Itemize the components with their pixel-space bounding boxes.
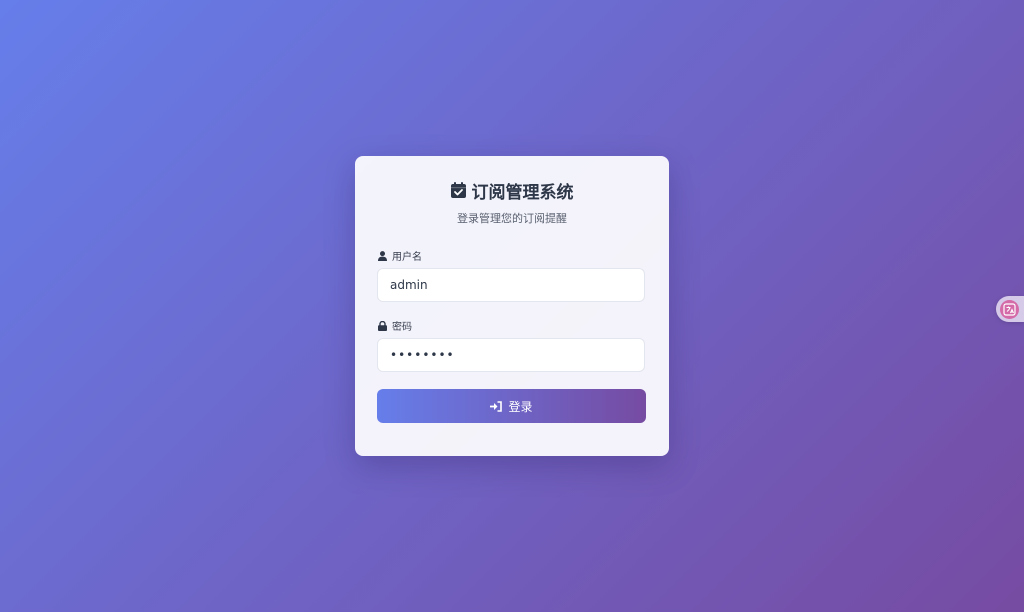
username-label: 用户名 bbox=[378, 248, 647, 263]
sign-in-icon bbox=[490, 400, 503, 412]
password-label: 密码 bbox=[378, 318, 647, 333]
login-card: 订阅管理系统 登录管理您的订阅提醒 用户名 密码 bbox=[355, 156, 669, 456]
password-input[interactable] bbox=[377, 338, 645, 372]
translate-widget[interactable] bbox=[996, 296, 1024, 322]
title-row: 订阅管理系统 bbox=[377, 178, 647, 203]
page-title: 订阅管理系统 bbox=[471, 182, 574, 203]
username-label-text: 用户名 bbox=[392, 252, 422, 263]
page-subtitle: 登录管理您的订阅提醒 bbox=[457, 212, 567, 225]
translate-icon[interactable] bbox=[1000, 299, 1019, 319]
lock-icon bbox=[378, 320, 387, 331]
password-label-text: 密码 bbox=[392, 322, 412, 333]
username-input[interactable] bbox=[377, 268, 645, 302]
user-icon bbox=[378, 250, 387, 261]
calendar-check-icon bbox=[450, 182, 466, 198]
login-button-label: 登录 bbox=[508, 399, 533, 414]
login-button[interactable]: 登录 bbox=[377, 389, 646, 423]
